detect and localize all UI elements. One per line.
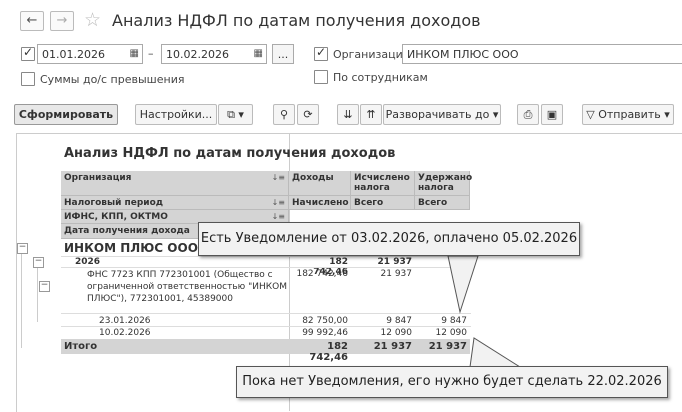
bottom-callout-pointer — [469, 337, 522, 368]
callout-pointers — [447, 255, 522, 368]
notification-paid-callout: Есть Уведомление от 03.02.2026, оплачено… — [198, 222, 580, 256]
notification-pending-callout: Пока нет Уведомления, его нужно будет сд… — [236, 366, 668, 398]
top-callout-pointer — [447, 255, 479, 314]
